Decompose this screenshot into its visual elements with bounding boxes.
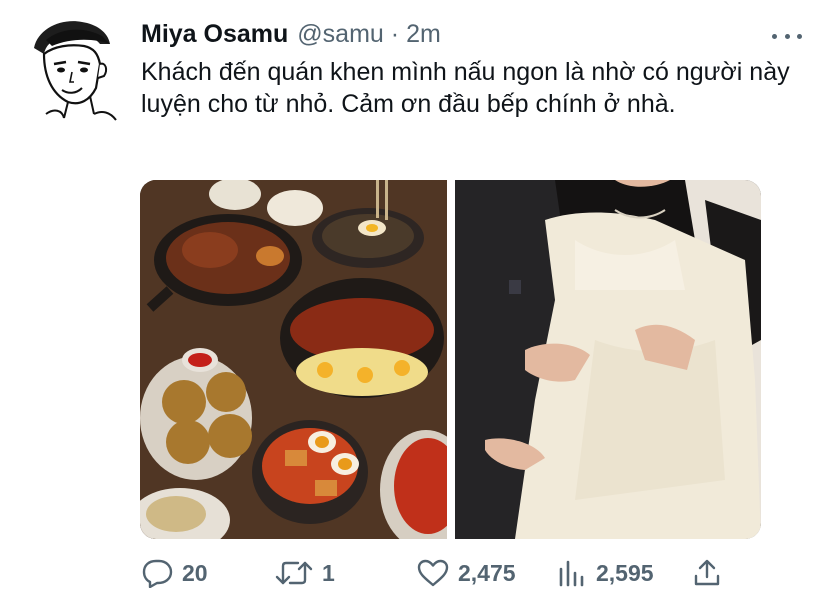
anime-boy-avatar-icon — [34, 21, 117, 121]
heart-icon — [417, 559, 449, 587]
tweet-actions: 20 1 2,475 2,595 — [140, 557, 740, 589]
more-dot — [797, 33, 802, 39]
views-count: 2,595 — [596, 559, 654, 586]
share-icon — [694, 559, 720, 586]
like-button[interactable]: 2,475 — [416, 557, 516, 589]
tweet-text: Khách đến quán khen mình nấu ngon là nhờ… — [141, 58, 790, 118]
reply-count: 20 — [182, 559, 208, 586]
more-options-button[interactable] — [772, 26, 802, 46]
tweet-timestamp[interactable]: 2m — [406, 20, 441, 49]
retweet-icon — [275, 561, 313, 585]
retweet-button[interactable]: 1 — [274, 557, 335, 589]
views-button[interactable]: 2,595 — [556, 557, 654, 589]
more-dot — [772, 33, 777, 39]
couple-image — [454, 180, 761, 539]
author-handle[interactable]: @samu — [297, 20, 384, 49]
more-dot — [784, 33, 790, 39]
analytics-icon — [559, 560, 584, 587]
reply-button[interactable]: 20 — [140, 557, 208, 589]
food-spread-image — [140, 180, 447, 539]
tweet-media — [140, 180, 761, 539]
like-count: 2,475 — [458, 559, 516, 586]
author-name[interactable]: Miya Osamu — [141, 20, 288, 49]
couple-photo[interactable] — [454, 180, 761, 539]
retweet-count: 1 — [322, 559, 335, 586]
food-spread-photo[interactable] — [140, 180, 447, 539]
reply-icon — [142, 559, 173, 588]
tweet-header: Miya Osamu @samu · 2m — [141, 20, 441, 50]
share-button[interactable] — [692, 557, 722, 589]
header-separator: · — [390, 20, 400, 48]
author-avatar[interactable] — [24, 14, 120, 124]
